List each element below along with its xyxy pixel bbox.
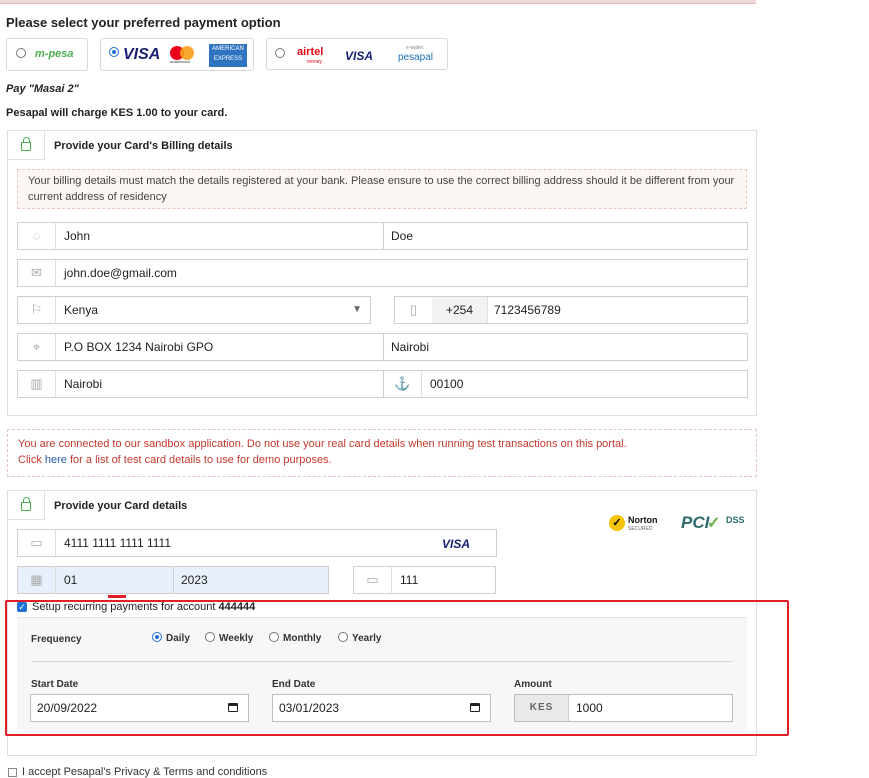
city-field[interactable]: Nairobi — [383, 333, 748, 361]
pci-label: PCI — [681, 513, 710, 532]
pci-dss-badge: PCI ✓ DSS — [681, 511, 751, 539]
card-brand-logo: VISA — [441, 537, 470, 551]
postal-field[interactable]: ⚓ 00100 — [383, 370, 748, 398]
lock-icon — [21, 497, 31, 511]
card-option[interactable]: VISA mastercard AMERICAN EXPRESS — [100, 38, 254, 71]
test-cards-link[interactable]: here — [45, 454, 67, 466]
credit-card-icon: ▭ — [18, 530, 56, 556]
phone-value: 7123456789 — [494, 303, 561, 317]
country-value: Kenya — [64, 303, 99, 317]
card-title: Provide your Card details — [54, 500, 188, 512]
billing-notice: Your billing details must match the deta… — [17, 169, 747, 209]
sandbox-line1: You are connected to our sandbox applica… — [18, 438, 627, 450]
state-field[interactable]: ▥ Nairobi — [17, 370, 384, 398]
card-radio[interactable] — [109, 47, 119, 57]
last-name-value: Doe — [391, 229, 414, 243]
expiry-year-value: 2023 — [181, 573, 208, 587]
airtel-radio[interactable] — [275, 48, 285, 58]
card-number-field[interactable]: ▭ 4111 1111 1111 1111 VISA — [17, 529, 497, 557]
card-back-icon: ▭ — [354, 567, 392, 593]
user-icon: ◌ — [18, 223, 56, 249]
expiry-month-value: 01 — [64, 573, 78, 587]
ewallet-label: e-wallet — [406, 45, 424, 51]
state-value: Nairobi — [64, 377, 103, 391]
error-marker — [108, 595, 126, 598]
address-value: P.O BOX 1234 Nairobi GPO — [64, 340, 214, 354]
top-bar — [0, 0, 756, 4]
sandbox-line2: Click here for a list of test card detai… — [18, 452, 746, 468]
phone-field[interactable]: ▯ +254 7123456789 — [394, 296, 748, 324]
lock-icon — [21, 137, 31, 151]
card-lock-box — [8, 491, 45, 520]
city-value: Nairobi — [391, 340, 430, 354]
visa-logo: VISA — [123, 46, 161, 63]
mastercard-label: mastercard — [170, 59, 191, 64]
norton-sub-label: SECURED — [628, 526, 653, 532]
amex-top-label: AMERICAN — [212, 46, 244, 52]
flag-icon: ⚐ — [18, 297, 56, 323]
norton-badge: ✓ Norton SECURED — [609, 513, 664, 535]
map-icon: ▥ — [18, 371, 56, 397]
airtel-logo: airtel — [297, 46, 324, 58]
accept-terms-text[interactable]: I accept Pesapal's Privacy & Terms and c… — [22, 766, 267, 778]
mpesa-option[interactable]: m-pesa — [6, 38, 88, 71]
amex-icon: AMERICAN EXPRESS — [209, 44, 247, 67]
postal-value: 00100 — [430, 377, 464, 391]
charge-text: Pesapal will charge KES 1.00 to your car… — [6, 107, 228, 119]
accept-checkbox[interactable] — [8, 768, 17, 777]
checkmark-icon: ✓ — [609, 515, 625, 531]
expiry-year-field[interactable]: 2023 — [173, 566, 329, 594]
country-select[interactable]: ⚐ Kenya ▼ — [17, 296, 371, 324]
location-pin-icon: ⌖ — [18, 334, 56, 360]
airtel-money-label: money — [307, 59, 323, 65]
first-name-value: John — [64, 229, 91, 243]
mpesa-radio[interactable] — [16, 48, 26, 58]
last-name-field[interactable]: Doe — [383, 222, 748, 250]
airtel-visa-logo: VISA — [345, 49, 374, 63]
mpesa-logo: m-pesa — [35, 48, 74, 60]
page-title: Please select your preferred payment opt… — [6, 15, 281, 30]
airtel-option[interactable]: airtel money VISA e-wallet pesapal — [266, 38, 448, 70]
expiry-month-field[interactable]: ▦ 01 — [17, 566, 174, 594]
email-field[interactable]: ✉ john.doe@gmail.com — [17, 259, 748, 287]
mobile-icon: ▯ — [395, 297, 433, 323]
card-number-value: 4111 1111 1111 1111 — [64, 536, 171, 550]
pesapal-logo: pesapal — [398, 52, 434, 63]
chevron-down-icon: ▼ — [352, 304, 362, 315]
cvv-field[interactable]: ▭ 111 — [353, 566, 496, 594]
cvv-value: 111 — [400, 573, 419, 587]
envelope-icon: ✉ — [18, 260, 56, 286]
billing-lock-box — [8, 131, 45, 160]
billing-panel: Provide your Card's Billing details Your… — [7, 130, 757, 416]
check-icon: ✓ — [707, 515, 721, 532]
sandbox-click-text: Click — [18, 454, 42, 466]
address-field[interactable]: ⌖ P.O BOX 1234 Nairobi GPO — [17, 333, 384, 361]
amex-bottom-label: EXPRESS — [213, 56, 243, 62]
billing-title: Provide your Card's Billing details — [54, 140, 233, 152]
norton-label: Norton — [628, 515, 658, 525]
first-name-field[interactable]: ◌ John — [17, 222, 384, 250]
sandbox-line2-text: for a list of test card details to use f… — [70, 454, 332, 466]
calendar-icon: ▦ — [18, 567, 56, 593]
anchor-icon: ⚓ — [384, 371, 422, 397]
pay-label: Pay "Masai 2" — [6, 83, 79, 95]
sandbox-warning: You are connected to our sandbox applica… — [7, 429, 757, 477]
phone-code: +254 — [432, 297, 488, 323]
highlight-box — [5, 600, 789, 736]
dss-label: DSS — [726, 515, 745, 525]
email-value: john.doe@gmail.com — [64, 266, 177, 280]
